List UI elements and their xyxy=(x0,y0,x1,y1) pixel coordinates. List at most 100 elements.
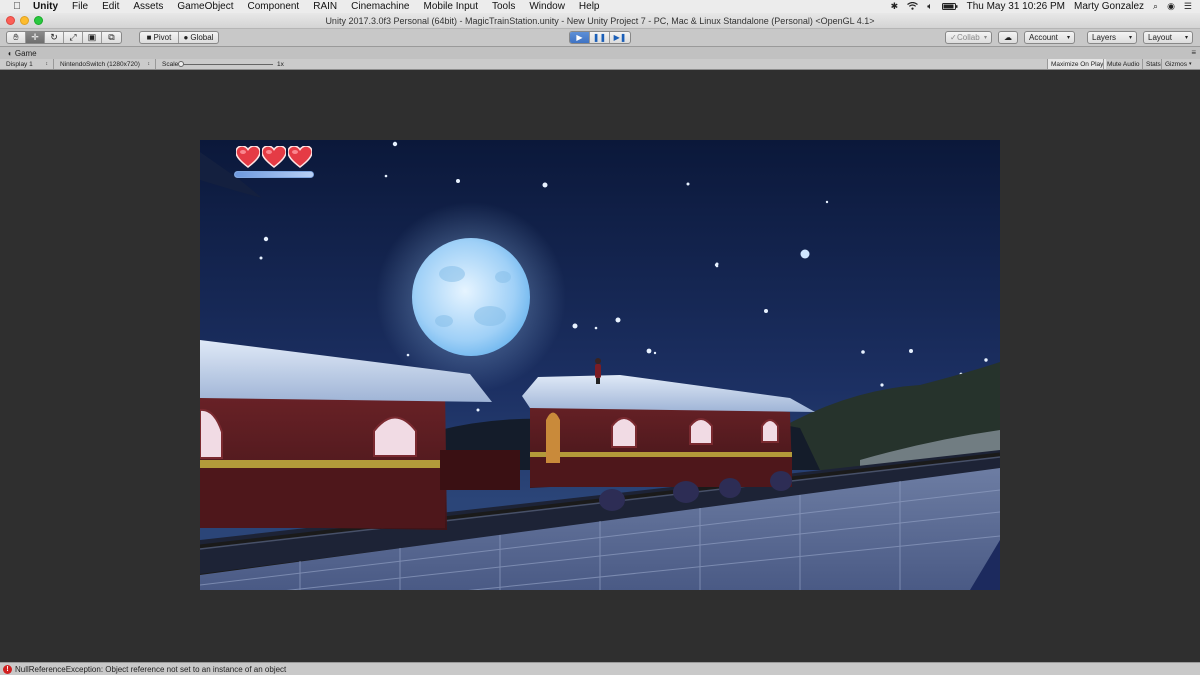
tab-game-label: Game xyxy=(14,49,37,58)
play-icon: ▶ xyxy=(576,33,583,42)
tab-options-menu-icon[interactable]: ≡ xyxy=(1191,48,1196,57)
chevron-down-icon: ▾ xyxy=(983,35,987,41)
resolution-label: NintendoSwitch (1280x720) xyxy=(60,60,140,68)
siri-icon[interactable]: ◉ xyxy=(1167,1,1175,12)
transform-tool-button[interactable]: ⧉ xyxy=(102,32,121,43)
scale-icon: ⤢ xyxy=(69,32,77,42)
play-button[interactable]: ▶ xyxy=(570,32,590,43)
game-tab-bar: ◖ Game ≡ xyxy=(0,47,1200,59)
heart-icon xyxy=(288,146,312,168)
global-label: Global xyxy=(190,33,214,42)
health-hearts xyxy=(236,146,312,168)
chevron-down-icon: ▾ xyxy=(1128,35,1132,41)
gizmos-dropdown[interactable]: Gizmos ▾ xyxy=(1161,59,1200,69)
display-dropdown[interactable]: Display 1 ↕ xyxy=(6,59,54,69)
chevron-down-icon: ↕ xyxy=(45,61,49,67)
pivot-icon: ■ xyxy=(146,33,152,42)
moon xyxy=(412,238,530,356)
move-arrows-icon: ✛ xyxy=(31,32,39,42)
menu-rain[interactable]: RAIN xyxy=(306,1,344,12)
step-button[interactable]: ▶❚ xyxy=(610,32,630,43)
menu-component[interactable]: Component xyxy=(241,1,307,12)
console-error-message[interactable]: NullReferenceException: Object reference… xyxy=(15,665,286,674)
chevron-down-icon: ↕ xyxy=(147,61,151,67)
menu-window[interactable]: Window xyxy=(522,1,572,12)
menu-edit[interactable]: Edit xyxy=(95,1,126,12)
game-viewport[interactable] xyxy=(200,140,1000,590)
scale-value: 1x xyxy=(277,60,284,68)
layers-label: Layers xyxy=(1092,33,1117,42)
hand-icon: ✋︎ xyxy=(13,32,19,42)
menu-gameobject[interactable]: GameObject xyxy=(170,1,240,12)
menu-tools[interactable]: Tools xyxy=(485,1,522,12)
wifi-icon[interactable] xyxy=(907,1,919,12)
apple-logo-icon[interactable]:  xyxy=(8,1,26,12)
console-status-bar[interactable]: ! NullReferenceException: Object referen… xyxy=(0,662,1200,675)
game-view-toolbar: Display 1 ↕ NintendoSwitch (1280x720) ↕ … xyxy=(0,59,1200,70)
menu-file[interactable]: File xyxy=(65,1,95,12)
global-icon: ● xyxy=(183,33,189,42)
global-toggle[interactable]: ● Global xyxy=(179,32,218,43)
step-icon: ▶❚ xyxy=(613,33,627,42)
collab-label: Collab xyxy=(957,33,980,42)
battery-icon[interactable] xyxy=(941,2,958,12)
account-dropdown[interactable]: Account ▾ xyxy=(1024,31,1075,44)
pause-button[interactable]: ❚❚ xyxy=(590,32,610,43)
chevron-down-icon: ▾ xyxy=(1184,35,1188,41)
gizmos-label: Gizmos xyxy=(1165,60,1188,68)
game-scene xyxy=(200,140,1000,590)
menu-bar-user[interactable]: Marty Gonzalez xyxy=(1074,1,1144,12)
transform-tools: ✋︎ ✛ ↻ ⤢ ▣ ⧉ xyxy=(6,31,122,44)
menu-help[interactable]: Help xyxy=(572,1,607,12)
heart-icon xyxy=(236,146,260,168)
transform-icon: ⧉ xyxy=(108,32,115,42)
window-title: Unity 2017.3.0f3 Personal (64bit) - Magi… xyxy=(325,16,875,26)
tab-game[interactable]: ◖ Game xyxy=(3,48,43,59)
hand-tool-button[interactable]: ✋︎ xyxy=(7,32,26,43)
energy-bar xyxy=(234,171,314,178)
chevron-down-icon: ▾ xyxy=(1189,61,1192,67)
display-label: Display 1 xyxy=(6,60,33,68)
layout-dropdown[interactable]: Layout ▾ xyxy=(1143,31,1193,44)
menu-bar-status-area: ✱ 🔈︎ Thu May 31 10:26 PM Marty Gonzalez … xyxy=(891,1,1200,12)
pause-icon: ❚❚ xyxy=(592,33,607,42)
maximize-on-play-toggle[interactable]: Maximize On Play xyxy=(1047,59,1107,69)
menu-mobile-input[interactable]: Mobile Input xyxy=(417,1,485,12)
menu-cinemachine[interactable]: Cinemachine xyxy=(344,1,416,12)
spotlight-search-icon[interactable]: ⌕ xyxy=(1153,1,1158,12)
rotate-icon: ↻ xyxy=(50,32,58,42)
resolution-dropdown[interactable]: NintendoSwitch (1280x720) ↕ xyxy=(60,59,156,69)
window-title-bar: Unity 2017.3.0f3 Personal (64bit) - Magi… xyxy=(0,13,1200,29)
cloud-button[interactable]: ☁︎ xyxy=(998,31,1018,44)
menu-bar-clock[interactable]: Thu May 31 10:26 PM xyxy=(967,1,1065,12)
pivot-toggle[interactable]: ■ Pivot xyxy=(140,32,179,43)
energy-bar-fill xyxy=(235,172,313,177)
collab-icon: ✓ xyxy=(950,33,957,42)
move-tool-button[interactable]: ✛ xyxy=(26,32,45,43)
account-label: Account xyxy=(1029,33,1058,42)
menu-assets[interactable]: Assets xyxy=(126,1,170,12)
train-coupler xyxy=(440,450,520,490)
volume-icon[interactable]: 🔈︎ xyxy=(927,1,932,12)
scale-slider-thumb[interactable] xyxy=(178,61,184,67)
scale-tool-button[interactable]: ⤢ xyxy=(64,32,83,43)
mute-audio-toggle[interactable]: Mute Audio xyxy=(1103,59,1143,69)
unity-editor-screen:  Unity File Edit Assets GameObject Comp… xyxy=(0,0,1200,675)
pivot-global-toggles: ■ Pivot ● Global xyxy=(139,31,219,44)
notification-center-icon[interactable]: ☰ xyxy=(1184,1,1192,12)
menu-unity[interactable]: Unity xyxy=(26,1,65,12)
scale-label: Scale xyxy=(162,60,179,68)
unity-toolbar: ✋︎ ✛ ↻ ⤢ ▣ ⧉ ■ Pivot ● Global ▶ ❚❚ ▶❚ ✓ Co… xyxy=(0,29,1200,47)
macos-menu-bar:  Unity File Edit Assets GameObject Comp… xyxy=(0,0,1200,13)
layers-dropdown[interactable]: Layers ▾ xyxy=(1087,31,1137,44)
rotate-tool-button[interactable]: ↻ xyxy=(45,32,64,43)
playback-controls: ▶ ❚❚ ▶❚ xyxy=(569,31,631,44)
game-controller-icon: ◖ xyxy=(7,49,12,58)
rect-tool-button[interactable]: ▣ xyxy=(83,32,102,43)
chevron-down-icon: ▾ xyxy=(1066,35,1070,41)
bluetooth-icon[interactable]: ✱ xyxy=(891,1,899,12)
collab-dropdown[interactable]: ✓ Collab ▾ xyxy=(945,31,992,44)
heart-icon xyxy=(262,146,286,168)
scale-slider-track[interactable] xyxy=(181,64,273,65)
rect-icon: ▣ xyxy=(87,32,97,42)
